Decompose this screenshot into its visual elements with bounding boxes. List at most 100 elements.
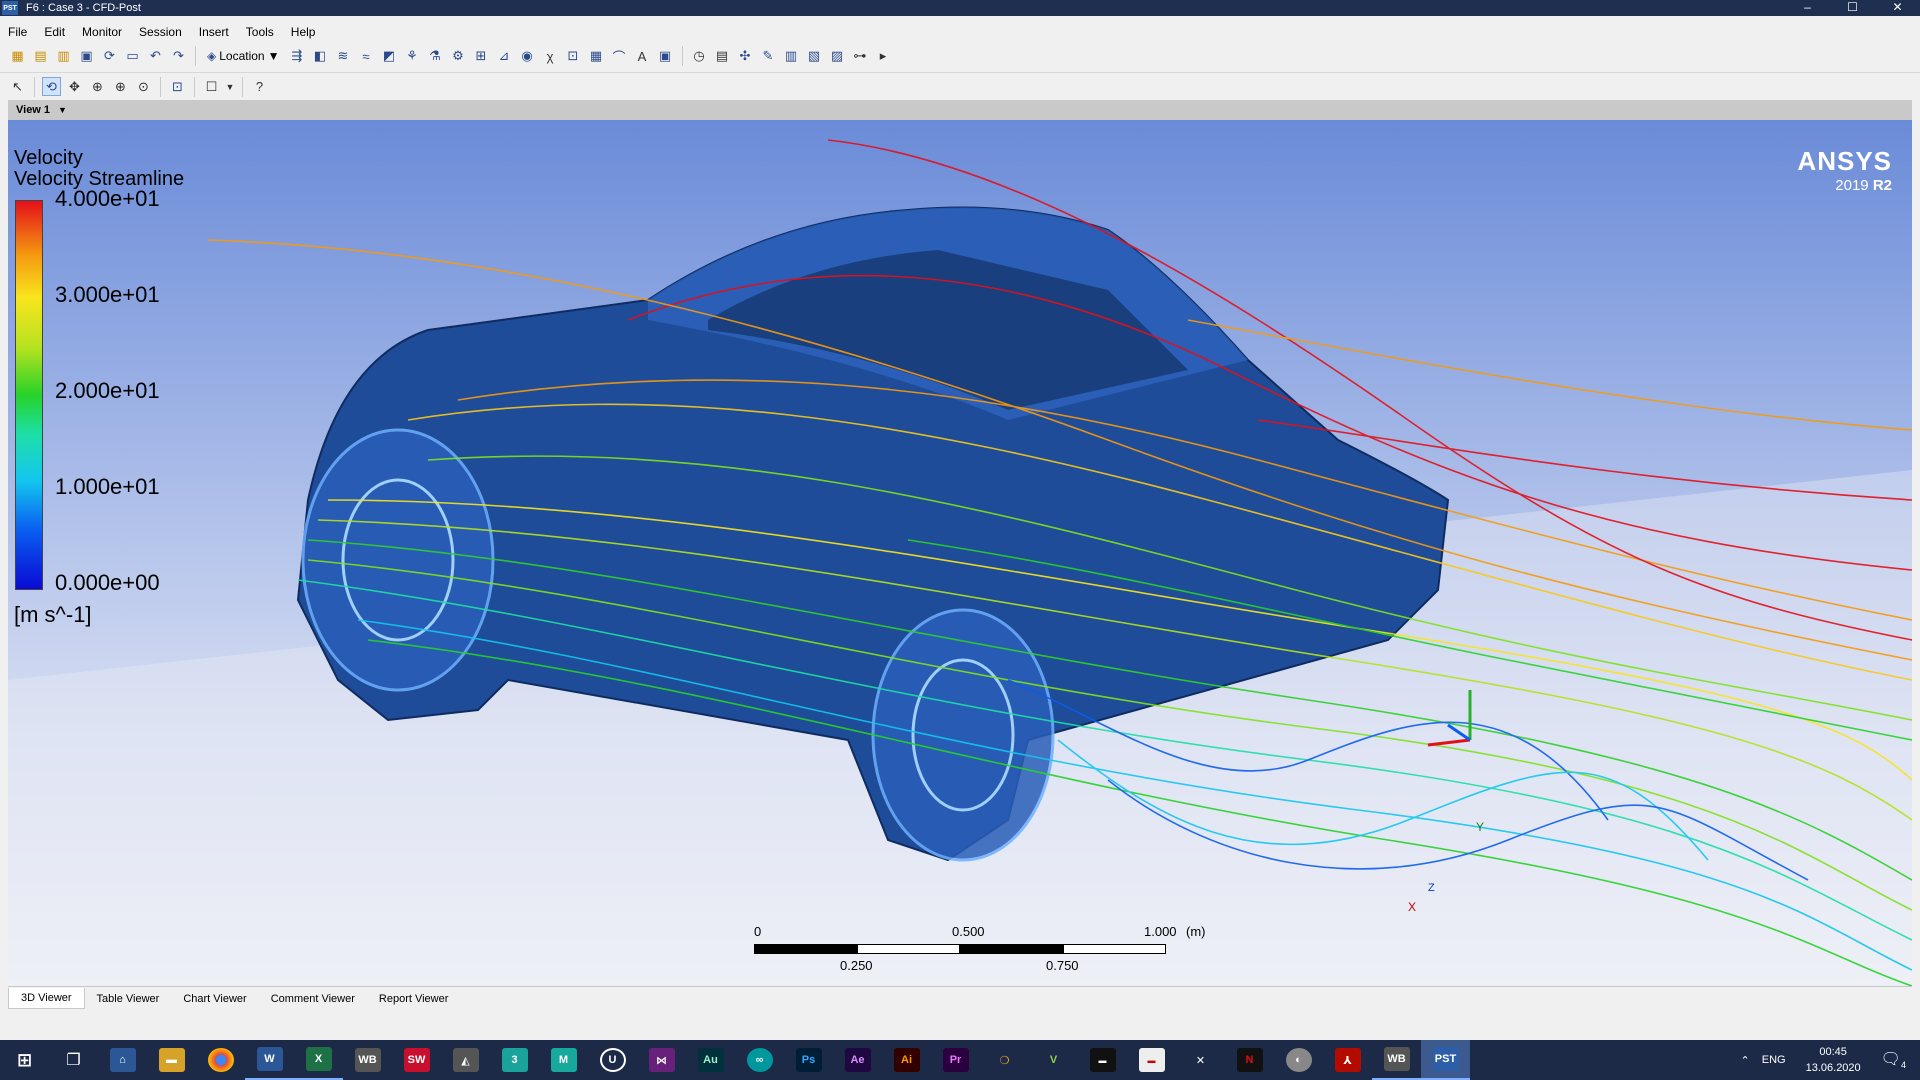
- zoom-fit-icon[interactable]: ⊙: [134, 77, 153, 96]
- isosurface-icon[interactable]: ⚘: [403, 47, 422, 66]
- taskbar-app-store[interactable]: ⌂: [98, 1040, 147, 1080]
- taskbar-app-chrome[interactable]: [196, 1040, 245, 1080]
- select-icon[interactable]: ↖: [8, 77, 27, 96]
- taskbar-app-photoshop[interactable]: Ps: [784, 1040, 833, 1080]
- function-icon[interactable]: ▨: [828, 47, 847, 66]
- maximize-button[interactable]: ☐: [1830, 0, 1875, 16]
- redo-icon[interactable]: ↷: [169, 47, 188, 66]
- taskbar-app-vectorworks[interactable]: V: [1029, 1040, 1078, 1080]
- taskbar-app-other[interactable]: ◐: [1274, 1040, 1323, 1080]
- taskbar-app-arduino[interactable]: ∞: [735, 1040, 784, 1080]
- contour-icon[interactable]: ◧: [311, 47, 330, 66]
- taskbar-app-solidworks[interactable]: SW: [392, 1040, 441, 1080]
- color-map-icon[interactable]: ◉: [518, 47, 537, 66]
- taskbar-app-dirt[interactable]: ▬: [1078, 1040, 1127, 1080]
- taskbar-app-after-effects[interactable]: Ae: [833, 1040, 882, 1080]
- rotate-icon[interactable]: ⟲: [42, 77, 61, 96]
- taskbar-app-audition[interactable]: Au: [686, 1040, 735, 1080]
- vector-icon[interactable]: ⇶: [288, 47, 307, 66]
- view-selector[interactable]: View 1 ▼: [8, 100, 1912, 120]
- symmetry-icon[interactable]: ⊞: [472, 47, 491, 66]
- undo-icon[interactable]: ↶: [146, 47, 165, 66]
- taskbar-app-blender[interactable]: ❍: [980, 1040, 1029, 1080]
- clock-icon[interactable]: ◷: [690, 47, 709, 66]
- clock[interactable]: 00:45 13.06.2020: [1806, 1044, 1861, 1076]
- taskbar-app-netflix[interactable]: N: [1225, 1040, 1274, 1080]
- zoom-box-icon[interactable]: ⊕: [111, 77, 130, 96]
- taskbar-app-3dsmax[interactable]: 3: [490, 1040, 539, 1080]
- tab-comment-viewer[interactable]: Comment Viewer: [259, 989, 367, 1009]
- menu-help[interactable]: Help: [283, 25, 325, 39]
- minimize-button[interactable]: –: [1785, 0, 1830, 16]
- taskbar-app-acrobat[interactable]: ⅄: [1323, 1040, 1372, 1080]
- taskbar-app-maya[interactable]: M: [539, 1040, 588, 1080]
- viewport-layout-icon[interactable]: ☐: [202, 77, 221, 96]
- taskbar-app-visual-studio[interactable]: ⋈: [637, 1040, 686, 1080]
- taskbar-app-game[interactable]: ▬: [1127, 1040, 1176, 1080]
- taskbar-app-explorer[interactable]: ▬: [147, 1040, 196, 1080]
- taskbar-app-excel[interactable]: X: [294, 1040, 343, 1080]
- taskbar-app-cfd-post[interactable]: PST: [1421, 1040, 1470, 1080]
- chevron-down-icon[interactable]: ▼: [225, 77, 235, 96]
- timestep-icon[interactable]: ▤: [713, 47, 732, 66]
- coordinate-frame-icon[interactable]: ▣: [656, 47, 675, 66]
- table-icon[interactable]: ▦: [587, 47, 606, 66]
- save-picture-icon[interactable]: ▭: [123, 47, 142, 66]
- task-view-button[interactable]: ❐: [49, 1040, 98, 1080]
- calculator-icon[interactable]: ▥: [782, 47, 801, 66]
- taskbar-app-unreal[interactable]: U: [588, 1040, 637, 1080]
- particle-track-icon[interactable]: ≈: [357, 47, 376, 66]
- tab-report-viewer[interactable]: Report Viewer: [367, 989, 461, 1009]
- streamline-icon[interactable]: ≋: [334, 47, 353, 66]
- help-icon[interactable]: ?: [250, 77, 269, 96]
- expression-icon[interactable]: ⊡: [564, 47, 583, 66]
- language-indicator[interactable]: ENG: [1762, 1054, 1786, 1066]
- fit-view-icon[interactable]: ⊡: [168, 77, 187, 96]
- comparison-icon[interactable]: ⊶: [851, 47, 870, 66]
- refresh-icon[interactable]: ⟳: [100, 47, 119, 66]
- audition-icon: Au: [697, 1048, 724, 1072]
- notification-icon[interactable]: 🗨4: [1881, 1049, 1906, 1070]
- location-dropdown[interactable]: ◈ Location ▼: [203, 49, 284, 63]
- clip-plane-icon[interactable]: ⊿: [495, 47, 514, 66]
- menu-tools[interactable]: Tools: [238, 25, 283, 39]
- pan-icon[interactable]: ✥: [65, 77, 84, 96]
- menu-edit[interactable]: Edit: [36, 25, 74, 39]
- taskbar-app-workbench-2[interactable]: WB: [1372, 1040, 1421, 1080]
- menu-monitor[interactable]: Monitor: [74, 25, 131, 39]
- new-case-icon[interactable]: ▦: [8, 47, 27, 66]
- menu-file[interactable]: File: [0, 25, 36, 39]
- volume-rendering-icon[interactable]: ◩: [380, 47, 399, 66]
- tab-3d-viewer[interactable]: 3D Viewer: [8, 988, 85, 1009]
- chart-icon[interactable]: ⌒: [610, 47, 629, 66]
- taskbar-app-word[interactable]: W: [245, 1040, 294, 1080]
- taskbar-app-steam[interactable]: ✕: [1176, 1040, 1225, 1080]
- surface-group-icon[interactable]: ⚗: [426, 47, 445, 66]
- chevron-up-icon[interactable]: ⌃: [1741, 1054, 1750, 1067]
- start-button[interactable]: ⊞: [0, 1040, 49, 1080]
- text-icon[interactable]: A: [633, 47, 652, 66]
- probe-icon[interactable]: ✎: [759, 47, 778, 66]
- tab-table-viewer[interactable]: Table Viewer: [85, 989, 172, 1009]
- taskbar-app-premiere[interactable]: Pr: [931, 1040, 980, 1080]
- command-editor-icon[interactable]: ▸: [874, 47, 893, 66]
- game-icon: ▬: [1138, 1048, 1165, 1072]
- taskbar-app-illustrator[interactable]: Ai: [882, 1040, 931, 1080]
- zoom-icon[interactable]: ⊕: [88, 77, 107, 96]
- legend-color-bar: [15, 200, 43, 590]
- menu-insert[interactable]: Insert: [191, 25, 238, 39]
- scale-segment: [754, 944, 857, 954]
- 3d-viewport[interactable]: Velocity Velocity Streamline 4.000e+01 3…: [8, 120, 1912, 986]
- macro-icon[interactable]: ▧: [805, 47, 824, 66]
- variable-icon[interactable]: χ: [541, 47, 560, 66]
- taskbar-app-workbench[interactable]: WB: [343, 1040, 392, 1080]
- open-case-icon[interactable]: ▤: [31, 47, 50, 66]
- load-results-icon[interactable]: ▥: [54, 47, 73, 66]
- tab-chart-viewer[interactable]: Chart Viewer: [171, 989, 258, 1009]
- turbo-icon[interactable]: ⚙: [449, 47, 468, 66]
- close-button[interactable]: ✕: [1875, 0, 1920, 16]
- animation-icon[interactable]: ✣: [736, 47, 755, 66]
- save-state-icon[interactable]: ▣: [77, 47, 96, 66]
- taskbar-app-autocad[interactable]: ◭: [441, 1040, 490, 1080]
- menu-session[interactable]: Session: [131, 25, 191, 39]
